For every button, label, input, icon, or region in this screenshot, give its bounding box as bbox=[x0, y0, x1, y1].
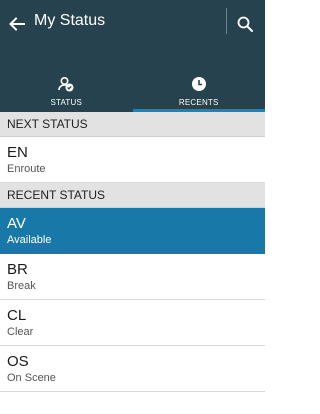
status-name: Available bbox=[7, 234, 52, 246]
tab-status[interactable]: STATUS bbox=[0, 62, 133, 112]
section-header-recent-status: RECENT STATUS bbox=[0, 183, 265, 208]
toolbar-divider bbox=[226, 8, 227, 34]
back-button[interactable] bbox=[4, 6, 30, 42]
person-check-icon bbox=[58, 76, 74, 92]
status-code: CL bbox=[7, 307, 27, 324]
tab-recents[interactable]: RECENTS bbox=[132, 62, 265, 112]
status-code: OS bbox=[7, 353, 29, 370]
list-item-cl[interactable]: CL Clear bbox=[0, 300, 265, 346]
section-header-next-status: NEXT STATUS bbox=[0, 112, 265, 137]
clock-icon bbox=[191, 77, 206, 91]
status-code: EN bbox=[7, 144, 28, 161]
list-item-br[interactable]: BR Break bbox=[0, 254, 265, 300]
search-icon bbox=[237, 16, 253, 32]
page-title: My Status bbox=[34, 12, 106, 29]
list-item-en[interactable]: EN Enroute bbox=[0, 137, 265, 183]
app-bar: My Status bbox=[0, 0, 265, 62]
arrow-left-icon bbox=[9, 17, 25, 31]
status-name: Enroute bbox=[7, 163, 46, 175]
status-code: AV bbox=[7, 215, 26, 232]
status-name: Clear bbox=[7, 326, 34, 338]
status-code: BR bbox=[7, 261, 28, 278]
list-item-os[interactable]: OS On Scene bbox=[0, 346, 265, 392]
status-name: Break bbox=[7, 280, 36, 292]
status-name: On Scene bbox=[7, 372, 56, 384]
list-item-av[interactable]: AV Available bbox=[0, 208, 265, 254]
tab-recents-label: RECENTS bbox=[178, 98, 219, 107]
search-button[interactable] bbox=[230, 6, 260, 42]
tab-bar: STATUS RECENTS bbox=[0, 62, 265, 112]
tab-status-label: STATUS bbox=[50, 98, 83, 107]
